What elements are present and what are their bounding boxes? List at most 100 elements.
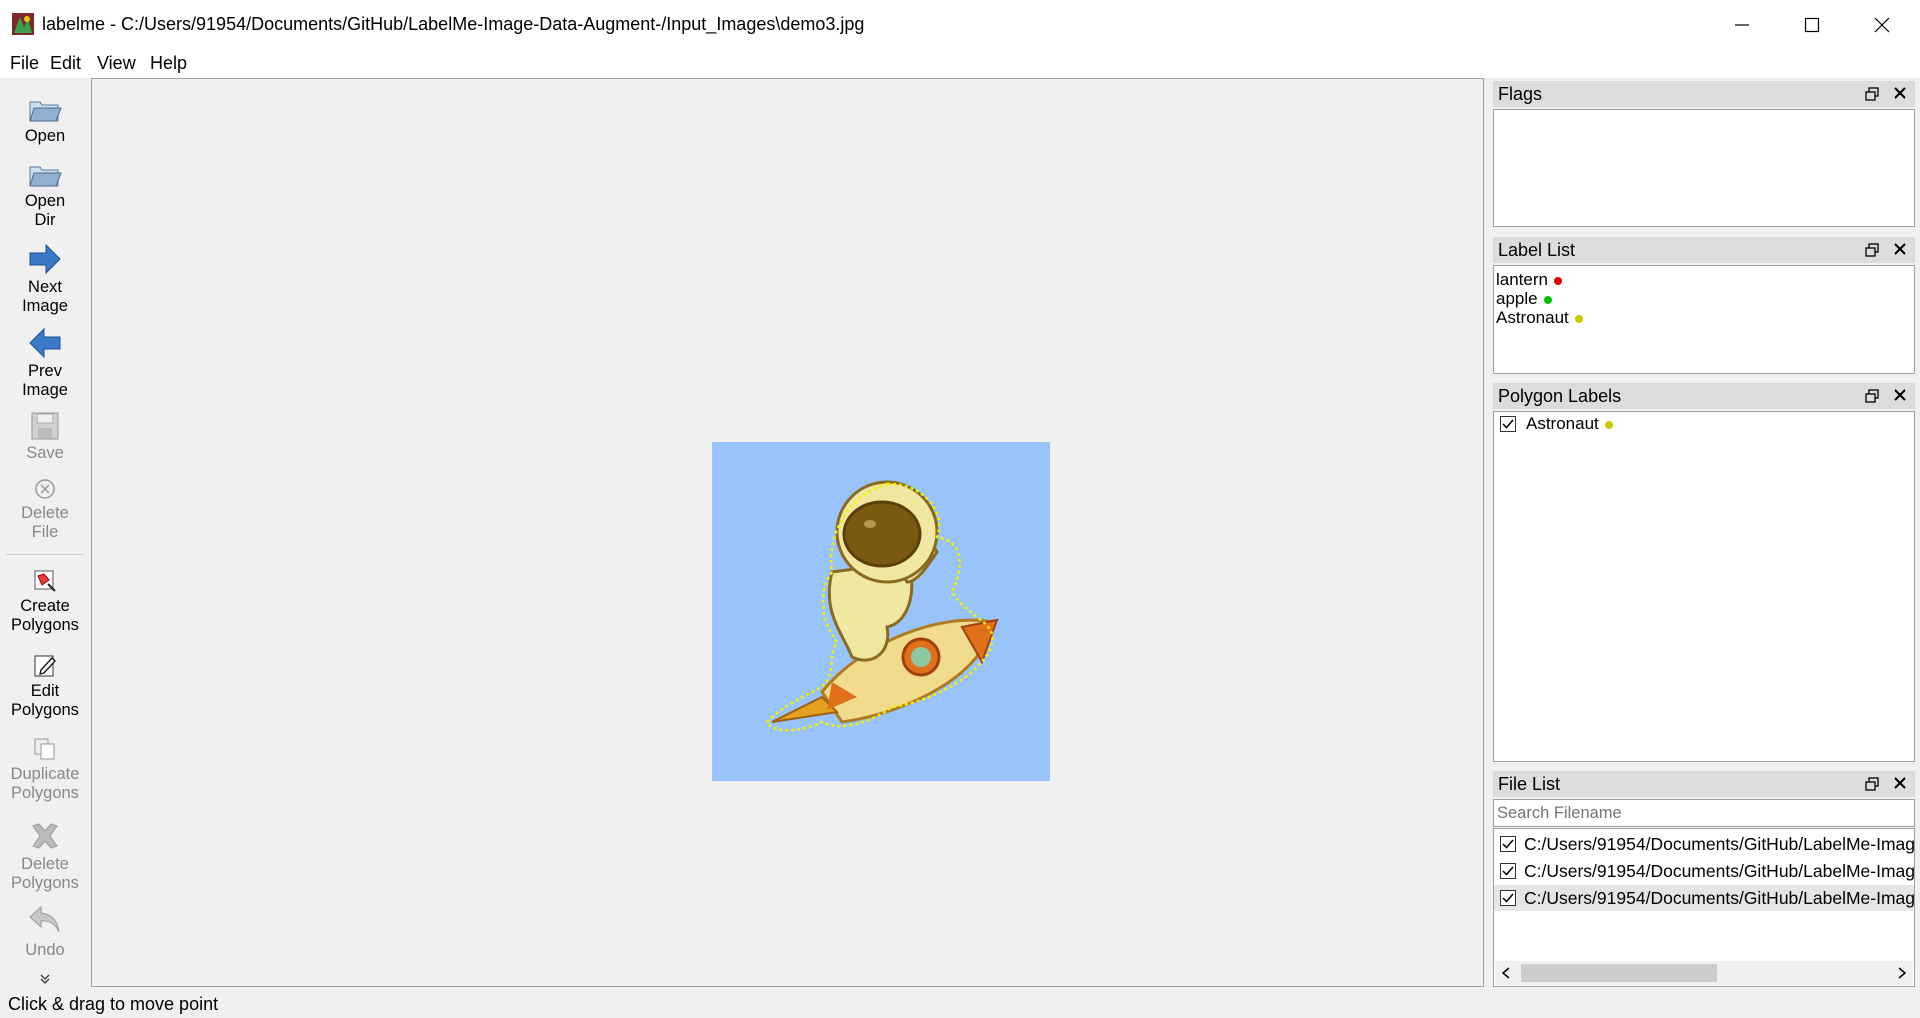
checkmark-icon [1502, 839, 1514, 849]
create-polygons-button[interactable]: Create Polygons [0, 568, 90, 635]
create-polygon-icon [34, 570, 56, 592]
file-path: C:/Users/91954/Documents/GitHub/LabelMe-… [1524, 861, 1914, 881]
polygon-visibility-checkbox[interactable] [1500, 416, 1516, 432]
file-checkbox[interactable] [1500, 836, 1516, 852]
edit-label-2: Polygons [11, 701, 79, 719]
menu-file[interactable]: File [8, 53, 41, 74]
checkmark-icon [1502, 419, 1514, 429]
maximize-icon [1804, 17, 1820, 33]
annotated-image[interactable] [712, 442, 1050, 781]
chevron-right-icon[interactable] [1897, 967, 1907, 979]
file-list-item[interactable]: C:/Users/91954/Documents/GitHub/LabelMe-… [1494, 858, 1914, 884]
menu-edit[interactable]: Edit [48, 53, 83, 74]
label-name: Astronaut [1496, 308, 1569, 327]
file-list-item-selected[interactable]: C:/Users/91954/Documents/GitHub/LabelMe-… [1494, 885, 1914, 911]
label-name: apple [1496, 289, 1538, 308]
arrow-left-icon [29, 327, 61, 359]
duplicate-label-2: Polygons [11, 784, 79, 802]
delete-file-button[interactable]: Delete File [0, 477, 90, 542]
float-icon[interactable] [1865, 243, 1879, 257]
flags-title: Flags [1498, 84, 1543, 104]
minimize-icon [1735, 24, 1749, 26]
polygon-label-name: Astronaut [1526, 414, 1599, 433]
save-button[interactable]: Save [0, 411, 90, 463]
maximize-button[interactable] [1792, 8, 1832, 42]
create-label-2: Polygons [11, 616, 79, 634]
close-icon [1874, 17, 1890, 33]
minimize-button[interactable] [1722, 8, 1762, 42]
prev-image-button[interactable]: Prev Image [0, 327, 90, 400]
float-icon[interactable] [1865, 777, 1879, 791]
polygon-label-item[interactable]: Astronaut [1526, 414, 1613, 434]
polygon-labels-panel[interactable]: Astronaut [1493, 411, 1915, 762]
open-dir-label-1: Open [24, 192, 66, 210]
checkmark-icon [1502, 893, 1514, 903]
polygon-labels-dock-title: Polygon Labels [1493, 383, 1915, 409]
label-list-item[interactable]: Astronaut [1496, 308, 1583, 328]
delete-file-label-2: File [31, 523, 59, 541]
label-list-panel[interactable]: lantern apple Astronaut [1493, 265, 1915, 374]
title-bar: labelme - C:/Users/91954/Documents/GitHu… [0, 0, 1920, 48]
image-canvas[interactable] [91, 78, 1484, 987]
next-label-1: Next [28, 278, 62, 296]
folder-open-icon [29, 101, 62, 122]
scrollbar-thumb[interactable] [1521, 964, 1717, 982]
duplicate-polygons-button[interactable]: Duplicate Polygons [0, 736, 90, 803]
close-icon[interactable] [1893, 242, 1907, 256]
file-path: C:/Users/91954/Documents/GitHub/LabelMe-… [1524, 888, 1914, 908]
file-path: C:/Users/91954/Documents/GitHub/LabelMe-… [1524, 834, 1914, 854]
undo-label: Undo [25, 941, 65, 959]
edit-polygons-button[interactable]: Edit Polygons [0, 653, 90, 720]
open-button[interactable]: Open [0, 94, 90, 146]
menu-help[interactable]: Help [148, 53, 189, 74]
left-toolbar: Open Open Dir Next Image Prev Image Save [0, 80, 90, 987]
file-list-horizontal-scrollbar[interactable] [1495, 961, 1913, 985]
label-list-dock-title: Label List [1493, 237, 1915, 263]
chevron-left-icon[interactable] [1501, 967, 1511, 979]
close-icon[interactable] [1893, 776, 1907, 790]
undo-arrow-icon [29, 905, 60, 933]
close-icon[interactable] [1893, 86, 1907, 100]
next-image-button[interactable]: Next Image [0, 243, 90, 316]
prev-label-1: Prev [28, 362, 62, 380]
status-text: Click & drag to move point [8, 994, 219, 1014]
folder-open-icon [29, 166, 62, 187]
create-label-1: Create [20, 597, 70, 615]
float-icon[interactable] [1865, 389, 1879, 403]
delete-x-icon [32, 823, 58, 849]
label-color-dot [1543, 295, 1552, 304]
label-list-title: Label List [1498, 240, 1576, 260]
file-list-item[interactable]: C:/Users/91954/Documents/GitHub/LabelMe-… [1494, 831, 1914, 857]
label-list-item[interactable]: lantern [1496, 270, 1562, 290]
duplicate-icon [34, 738, 55, 760]
file-search-input[interactable] [1493, 799, 1915, 827]
float-icon[interactable] [1865, 87, 1879, 101]
toolbar-expand-button[interactable] [0, 973, 90, 988]
close-window-button[interactable] [1862, 8, 1902, 42]
delete-polygons-button[interactable]: Delete Polygons [0, 820, 90, 893]
label-list-item[interactable]: apple [1496, 289, 1552, 309]
close-icon[interactable] [1893, 388, 1907, 402]
next-label-2: Image [22, 297, 68, 315]
label-color-dot [1574, 314, 1583, 323]
file-checkbox[interactable] [1500, 863, 1516, 879]
polygon-labels-title: Polygon Labels [1498, 386, 1622, 406]
flags-panel[interactable] [1493, 109, 1915, 227]
checkmark-icon [1502, 866, 1514, 876]
label-name: lantern [1496, 270, 1548, 289]
open-dir-button[interactable]: Open Dir [0, 159, 90, 230]
undo-button[interactable]: Undo [0, 904, 90, 960]
chevron-double-down-icon [40, 974, 50, 984]
delete-poly-label-2: Polygons [11, 874, 79, 892]
delete-circle-icon [35, 479, 55, 499]
edit-label-1: Edit [30, 682, 60, 700]
window-title: labelme - C:/Users/91954/Documents/GitHu… [42, 14, 865, 34]
save-icon [31, 412, 59, 440]
delete-poly-label-1: Delete [21, 855, 69, 873]
open-dir-label-2: Dir [34, 211, 56, 229]
flags-dock-title: Flags [1493, 81, 1915, 107]
menu-view[interactable]: View [95, 53, 138, 74]
file-checkbox[interactable] [1500, 890, 1516, 906]
arrow-right-icon [29, 243, 61, 275]
toolbar-divider [6, 554, 84, 555]
